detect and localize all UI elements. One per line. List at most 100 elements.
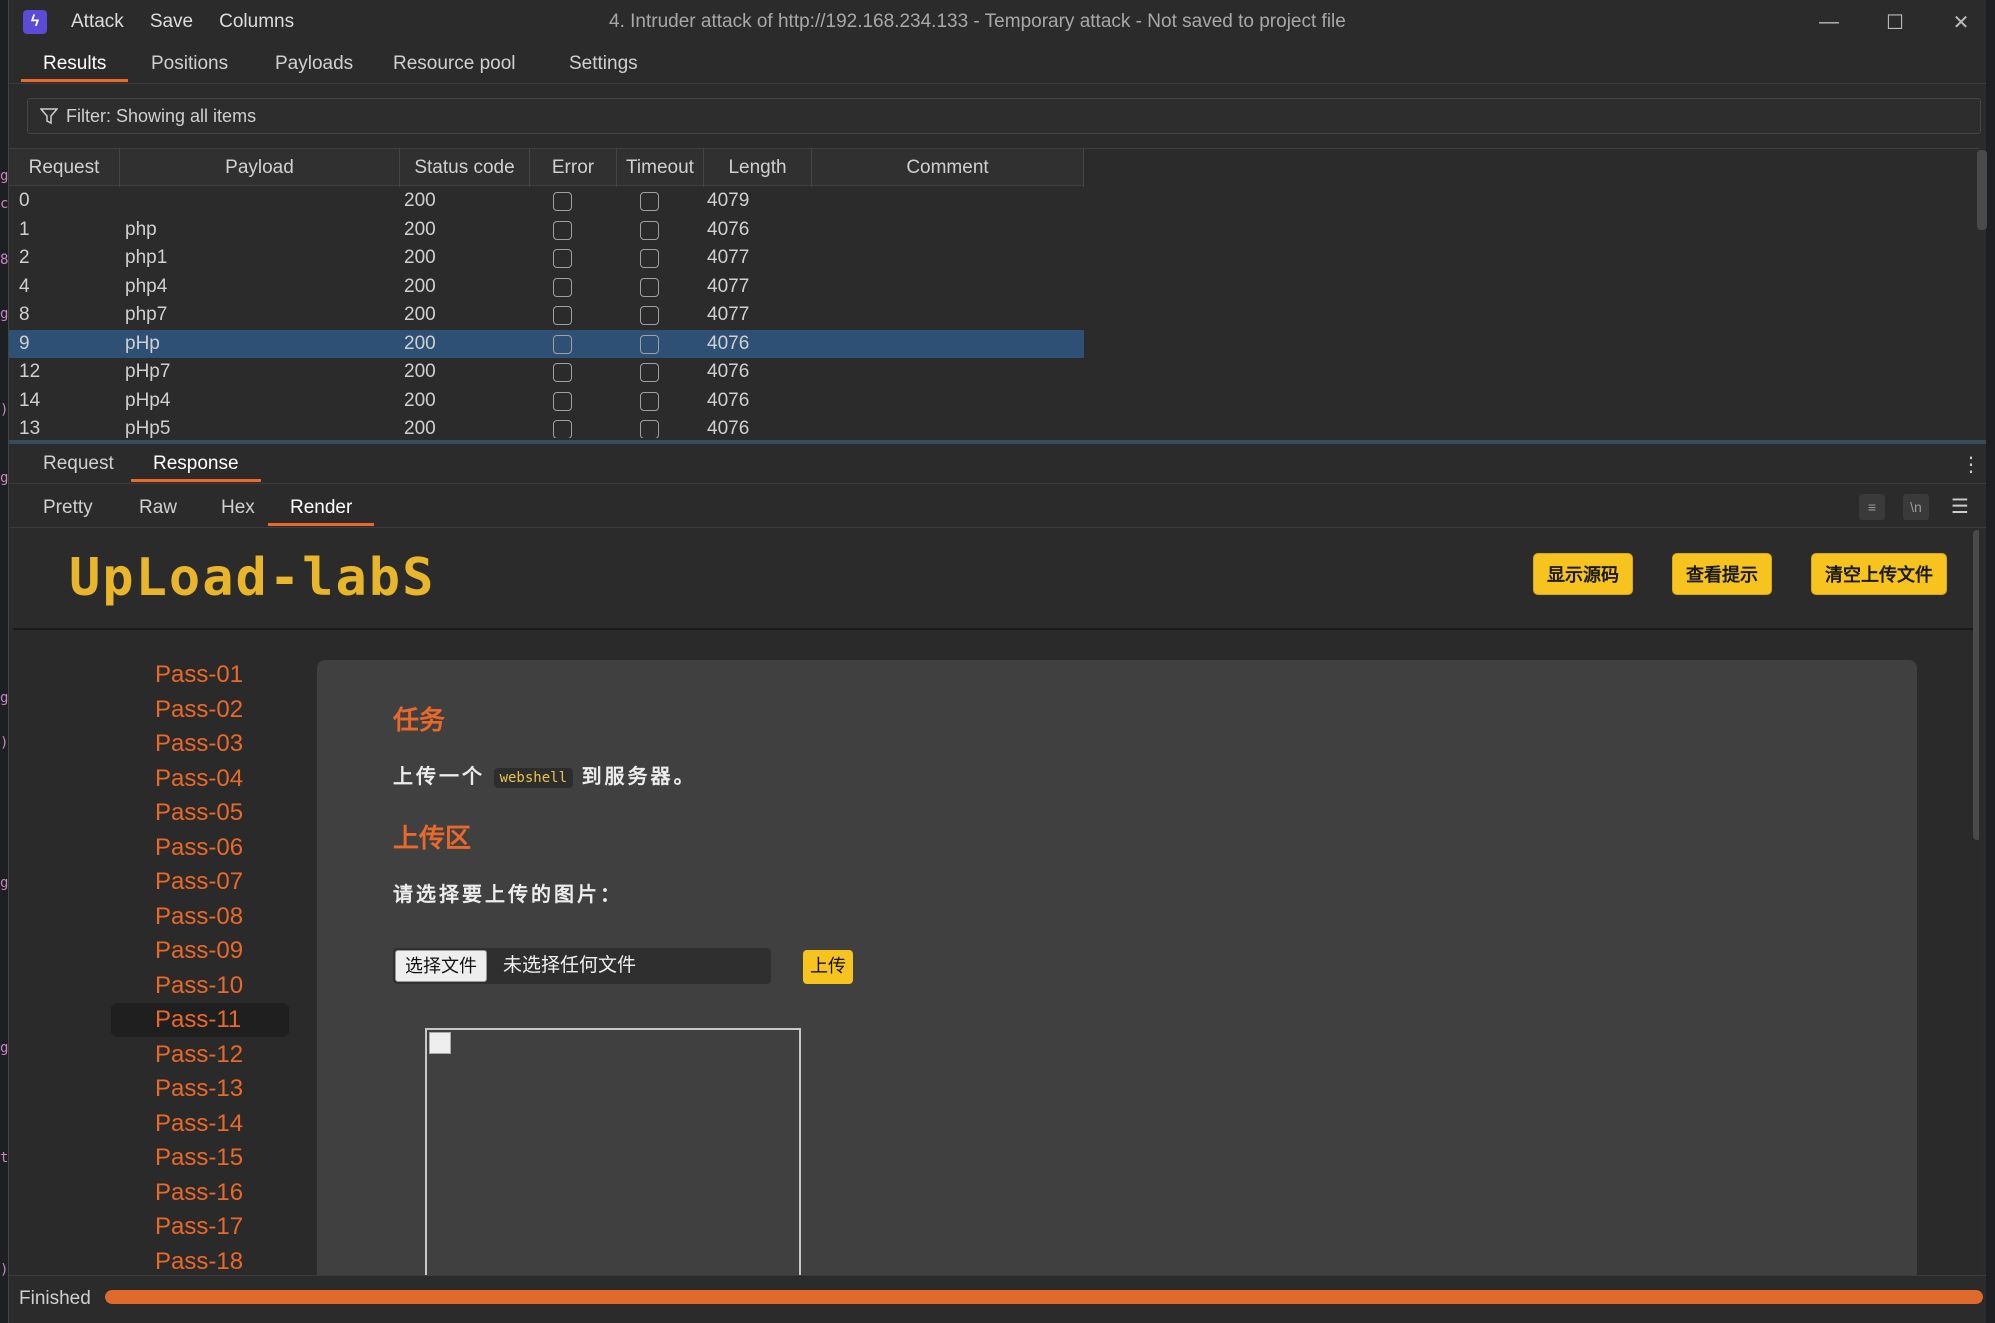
menu-columns[interactable]: Columns — [219, 11, 294, 33]
tab-positions[interactable]: Positions — [129, 46, 250, 82]
sidebar-item-pass[interactable]: Pass-03 — [155, 727, 295, 761]
sidebar-item-pass[interactable]: Pass-15 — [155, 1141, 295, 1175]
sidebar-item-pass[interactable]: Pass-09 — [155, 934, 295, 968]
tab-raw[interactable]: Raw — [117, 490, 199, 526]
error-checkbox — [553, 249, 572, 268]
no-file-text: 未选择任何文件 — [503, 955, 637, 976]
progress-bar — [105, 1290, 1983, 1304]
cell-status-code: 200 — [404, 190, 436, 211]
filter-text: Filter: Showing all items — [66, 105, 257, 126]
wrap-lines-icon[interactable]: ≡ — [1859, 494, 1885, 520]
sidebar-item-pass[interactable]: Pass-10 — [155, 969, 295, 1003]
tab-hex[interactable]: Hex — [199, 490, 277, 526]
table-row[interactable]: 12 pHp7 200 4076 — [9, 358, 1084, 387]
error-checkbox — [553, 420, 572, 438]
cell-payload: pHp — [125, 332, 160, 354]
newline-icon[interactable]: \n — [1903, 494, 1929, 520]
menu-save[interactable]: Save — [150, 11, 193, 33]
pass-sidebar: Pass-01 Pass-02 Pass-03 Pass-04 Pass-05 Pass-… — [13, 632, 303, 1275]
menu-bar: Attack Save Columns — [71, 0, 320, 44]
file-input[interactable]: 选择文件 未选择任何文件 — [393, 948, 771, 984]
col-status-code[interactable]: Status code — [400, 149, 530, 187]
show-source-button[interactable]: 显示源码 — [1533, 553, 1633, 595]
sidebar-item-pass[interactable]: Pass-01 — [155, 658, 295, 692]
menu-icon[interactable]: ☰ — [1947, 494, 1973, 520]
close-icon[interactable]: ✕ — [1931, 0, 1991, 44]
cell-status-code: 200 — [404, 332, 436, 354]
task-text-before: 上传一个 — [393, 766, 485, 788]
cell-length: 4079 — [707, 190, 750, 211]
pane-splitter[interactable] — [9, 440, 1986, 444]
tab-settings[interactable]: Settings — [547, 46, 660, 82]
sidebar-item-pass[interactable]: Pass-18 — [155, 1245, 295, 1276]
clear-uploads-button[interactable]: 清空上传文件 — [1811, 553, 1947, 595]
sidebar-item-pass[interactable]: Pass-14 — [155, 1107, 295, 1141]
table-row[interactable]: 14 pHp4 200 4076 — [9, 387, 1084, 416]
tab-pretty[interactable]: Pretty — [21, 490, 115, 526]
col-error[interactable]: Error — [530, 149, 617, 187]
error-checkbox — [553, 277, 572, 297]
sidebar-item-pass[interactable]: Pass-06 — [155, 831, 295, 865]
tab-request[interactable]: Request — [21, 446, 136, 482]
table-row[interactable]: 4 php4 200 4077 — [9, 273, 1084, 302]
more-options-icon[interactable]: ⋮ — [1961, 452, 1981, 477]
sidebar-item-pass[interactable]: Pass-16 — [155, 1176, 295, 1210]
attack-tabs: Results Positions Payloads Resource pool… — [9, 46, 1986, 84]
tab-render[interactable]: Render — [268, 490, 375, 526]
progress-fill — [105, 1290, 1983, 1304]
table-row[interactable]: 2 php1 200 4077 — [9, 244, 1084, 273]
table-row[interactable]: 13 pHp5 200 4076 — [9, 415, 1084, 438]
cell-payload: pHp4 — [125, 389, 171, 411]
cell-request: 13 — [19, 418, 41, 438]
filter-icon — [40, 108, 58, 125]
table-row[interactable]: 9 pHp 200 4076 — [9, 329, 1084, 358]
sidebar-item-pass[interactable]: Pass-05 — [155, 796, 295, 830]
col-timeout[interactable]: Timeout — [617, 149, 704, 187]
cell-payload: php1 — [125, 247, 168, 268]
results-empty-area — [1084, 148, 1979, 438]
sidebar-item-pass[interactable]: Pass-02 — [155, 693, 295, 727]
tab-resource-pool[interactable]: Resource pool — [371, 46, 538, 82]
results-scrollbar[interactable] — [1977, 150, 1987, 230]
sidebar-item-pass[interactable]: Pass-07 — [155, 865, 295, 899]
message-tabs: Request Response ⋮ — [9, 446, 1986, 484]
table-row[interactable]: 1 php 200 4076 — [9, 216, 1084, 245]
title-bar: ϟ Attack Save Columns 4. Intruder attack… — [9, 0, 1986, 44]
filter-bar[interactable]: Filter: Showing all items — [27, 98, 1981, 134]
sidebar-item-pass[interactable]: Pass-17 — [155, 1210, 295, 1244]
upload-labs-header: UpLoad-labS 显示源码 查看提示 清空上传文件 — [13, 530, 1979, 630]
col-request[interactable]: Request — [9, 149, 120, 187]
sidebar-item-pass[interactable]: Pass-12 — [155, 1038, 295, 1072]
cell-request: 8 — [19, 304, 30, 325]
sidebar-item-pass[interactable]: Pass-13 — [155, 1072, 295, 1106]
cell-length: 4076 — [707, 418, 750, 438]
tab-results[interactable]: Results — [21, 46, 129, 82]
error-checkbox — [553, 363, 572, 382]
cell-length: 4077 — [707, 275, 750, 297]
timeout-checkbox — [640, 391, 659, 411]
sidebar-item-pass[interactable]: Pass-08 — [155, 900, 295, 934]
sidebar-item-pass[interactable]: Pass-11 — [111, 1003, 289, 1037]
minimize-icon[interactable]: — — [1799, 0, 1859, 44]
tab-response[interactable]: Response — [131, 446, 261, 482]
cell-request: 2 — [19, 247, 30, 268]
col-comment[interactable]: Comment — [812, 149, 1084, 187]
render-scrollbar[interactable] — [1973, 530, 1979, 840]
results-header: Request Payload Status code Error Timeou… — [9, 148, 1084, 187]
timeout-checkbox — [640, 363, 659, 382]
table-row[interactable]: 8 php7 200 4077 — [9, 301, 1084, 330]
upload-button[interactable]: 上传 — [803, 950, 853, 984]
task-heading: 任务 — [393, 705, 446, 735]
view-hint-button[interactable]: 查看提示 — [1672, 553, 1772, 595]
menu-attack[interactable]: Attack — [71, 11, 124, 33]
results-table: Request Payload Status code Error Timeou… — [9, 148, 1084, 438]
choose-file-button[interactable]: 选择文件 — [395, 950, 487, 982]
sidebar-item-pass[interactable]: Pass-04 — [155, 762, 295, 796]
table-row[interactable]: 0 200 4079 — [9, 187, 1084, 216]
cell-payload: pHp7 — [125, 361, 171, 382]
tab-payloads[interactable]: Payloads — [253, 46, 375, 82]
col-payload[interactable]: Payload — [120, 149, 400, 187]
col-length[interactable]: Length — [704, 149, 812, 187]
maximize-icon[interactable]: ☐ — [1865, 0, 1925, 44]
cell-status-code: 200 — [404, 361, 436, 382]
